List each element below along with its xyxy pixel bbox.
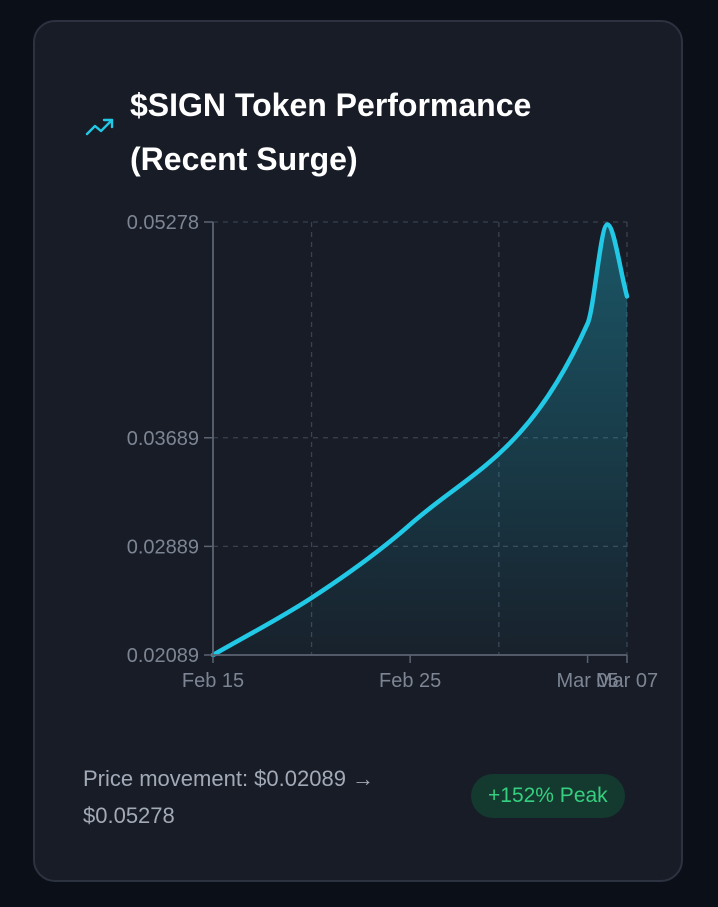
chart-card: $SIGN Token Performance (Recent Surge) 0… <box>33 20 683 882</box>
price-movement-text: Price movement: $0.02089 → $0.05278 <box>83 766 375 828</box>
y-tick-label: 0.05278 <box>127 212 199 234</box>
y-tick-label: 0.02089 <box>127 645 199 667</box>
x-tick-label: Feb 15 <box>182 670 244 692</box>
y-tick-label: 0.03689 <box>127 428 199 450</box>
x-tick-label: Feb 25 <box>379 670 441 692</box>
peak-badge: +152% Peak <box>471 774 625 818</box>
price-area <box>213 224 627 655</box>
y-tick-label: 0.02889 <box>127 536 199 558</box>
price-chart: 0.02089 0.02889 0.03689 0.05278 Feb 15 Feb 25… <box>127 212 658 692</box>
x-tick-label: Mar 07 <box>596 670 658 692</box>
